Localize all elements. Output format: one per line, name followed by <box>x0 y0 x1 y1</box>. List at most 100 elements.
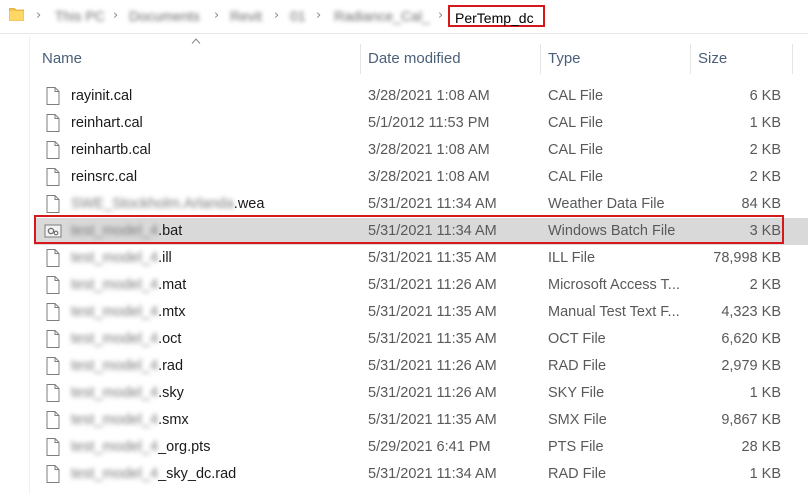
file-name-suffix: _org.pts <box>158 439 211 455</box>
chevron-right-icon[interactable]: › <box>214 8 219 23</box>
chevron-right-icon[interactable]: › <box>36 8 41 23</box>
file-date-modified: 3/28/2021 1:08 AM <box>368 169 490 185</box>
file-type: CAL File <box>548 142 604 158</box>
file-date-modified: 5/1/2012 11:53 PM <box>368 115 490 131</box>
breadcrumb-item-revit[interactable]: Revit <box>230 8 262 24</box>
file-size: 1 KB <box>749 385 781 401</box>
file-name-suffix: .mtx <box>158 304 186 320</box>
file-type: RAD File <box>548 466 607 482</box>
file-row[interactable]: test_model_4.smx 5/31/2021 11:35 AM SMX Fi… <box>34 407 808 434</box>
file-row[interactable]: test_model_4_org.pts 5/29/2021 6:41 PM PTS… <box>34 434 808 461</box>
file-name: test_model_4_sky_dc.rad <box>71 461 236 488</box>
file-row[interactable]: test_model_4.mat 5/31/2021 11:26 AM Micros… <box>34 272 808 299</box>
file-type: CAL File <box>548 88 604 104</box>
file-name-suffix: .ill <box>158 250 172 266</box>
file-size: 4,323 KB <box>721 304 781 320</box>
file-row[interactable]: test_model_4.sky 5/31/2021 11:26 AM SKY Fi… <box>34 380 808 407</box>
file-name-prefix: test_model_4 <box>71 331 159 347</box>
file-name-suffix: _sky_dc.rad <box>158 466 237 482</box>
file-row[interactable]: test_model_4.ill 5/31/2021 11:35 AM ILL Fi… <box>34 245 808 272</box>
document-icon <box>46 168 60 186</box>
file-row[interactable]: reinhart.cal 5/1/2012 11:53 PM CAL File 1 K… <box>34 110 808 137</box>
file-size: 2 KB <box>749 277 781 293</box>
file-name-suffix: .mat <box>158 277 187 293</box>
breadcrumb-current-folder[interactable]: PerTemp_dc <box>448 5 545 27</box>
column-divider[interactable] <box>690 44 691 74</box>
file-row[interactable]: rayinit.cal 3/28/2021 1:08 AM CAL File 6 KB <box>34 83 808 110</box>
file-name: rayinit.cal <box>71 83 132 110</box>
column-header-size[interactable]: Size <box>698 44 727 74</box>
file-name: SWE_Stockholm.Arlanda.wea <box>71 191 264 218</box>
file-name-suffix: rayinit.cal <box>71 88 133 104</box>
file-type: Manual Test Text F... <box>548 304 680 320</box>
file-name-suffix: reinsrc.cal <box>71 169 138 185</box>
breadcrumb-item-documents[interactable]: Documents <box>129 8 200 24</box>
address-bar[interactable]: › This PC › Documents › Revit › 01 › Rad… <box>0 0 808 34</box>
file-name-prefix: test_model_4 <box>71 250 159 266</box>
document-icon <box>46 87 60 105</box>
file-date-modified: 5/31/2021 11:26 AM <box>368 277 497 293</box>
file-type: SKY File <box>548 385 605 401</box>
file-type: CAL File <box>548 169 604 185</box>
chevron-right-icon[interactable]: › <box>438 8 443 23</box>
file-size: 2 KB <box>749 169 781 185</box>
file-row[interactable]: SWE_Stockholm.Arlanda.wea 5/31/2021 11:34… <box>34 191 808 218</box>
file-name: reinhartb.cal <box>71 137 151 164</box>
file-type: ILL File <box>548 250 596 266</box>
file-size: 2 KB <box>749 142 781 158</box>
file-date-modified: 5/31/2021 11:35 AM <box>368 412 497 428</box>
file-date-modified: 5/31/2021 11:35 AM <box>368 331 497 347</box>
file-name-suffix: .sky <box>158 385 184 401</box>
file-date-modified: 5/31/2021 11:26 AM <box>368 385 497 401</box>
document-icon <box>46 411 60 429</box>
file-name: test_model_4.mat <box>71 272 186 299</box>
file-row[interactable]: test_model_4_sky_dc.rad 5/31/2021 11:34 A… <box>34 461 808 488</box>
file-date-modified: 5/31/2021 11:34 AM <box>368 196 497 212</box>
file-name-prefix: SWE_Stockholm.Arlanda <box>71 196 234 212</box>
file-name: test_model_4.rad <box>71 353 183 380</box>
file-row[interactable]: test_model_4.oct 5/31/2021 11:35 AM OCT Fi… <box>34 326 808 353</box>
file-size: 28 KB <box>741 439 782 455</box>
chevron-right-icon[interactable]: › <box>274 8 279 23</box>
file-row[interactable]: test_model_4.mtx 5/31/2021 11:35 AM Manual… <box>34 299 808 326</box>
chevron-right-icon[interactable]: › <box>113 8 118 23</box>
column-divider[interactable] <box>540 44 541 74</box>
file-size: 6,620 KB <box>721 331 781 347</box>
file-name-suffix: .oct <box>158 331 182 347</box>
file-type: SMX File <box>548 412 607 428</box>
file-date-modified: 5/31/2021 11:35 AM <box>368 304 497 320</box>
file-date-modified: 5/31/2021 11:35 AM <box>368 250 497 266</box>
column-header-type[interactable]: Type <box>548 44 581 74</box>
file-name: test_model_4.smx <box>71 407 189 434</box>
file-date-modified: 5/31/2021 11:26 AM <box>368 358 497 374</box>
column-divider[interactable] <box>792 44 793 74</box>
file-row[interactable]: reinsrc.cal 3/28/2021 1:08 AM CAL File 2 KB <box>34 164 808 191</box>
navigation-pane-divider <box>29 36 30 494</box>
file-name-prefix: test_model_4 <box>71 277 159 293</box>
file-name-prefix: test_model_4 <box>71 466 159 482</box>
folder-icon <box>9 8 24 21</box>
file-type: Weather Data File <box>548 196 665 212</box>
file-type: Microsoft Access T... <box>548 277 680 293</box>
file-row[interactable]: reinhartb.cal 3/28/2021 1:08 AM CAL File 2 … <box>34 137 808 164</box>
file-name-prefix: test_model_4 <box>71 304 159 320</box>
column-divider[interactable] <box>360 44 361 74</box>
file-size: 84 KB <box>741 196 782 212</box>
file-size: 9,867 KB <box>721 412 781 428</box>
column-header-date-modified[interactable]: Date modified <box>368 44 461 74</box>
file-size: 2,979 KB <box>721 358 781 374</box>
column-header: Name Date modified Type Size <box>34 44 808 74</box>
breadcrumb-item-01[interactable]: 01 <box>290 8 306 24</box>
document-icon <box>46 141 60 159</box>
chevron-right-icon[interactable]: › <box>316 8 321 23</box>
file-name: test_model_4.sky <box>71 380 184 407</box>
breadcrumb-item-radiance[interactable]: Radiance_Cal_ <box>334 8 430 24</box>
column-header-name[interactable]: Name <box>42 44 82 74</box>
breadcrumb-item-this-pc[interactable]: This PC <box>55 8 105 24</box>
file-name: test_model_4.mtx <box>71 299 185 326</box>
file-type: PTS File <box>548 439 604 455</box>
file-row[interactable]: test_model_4.rad 5/31/2021 11:26 AM RAD Fi… <box>34 353 808 380</box>
file-type: CAL File <box>548 115 604 131</box>
file-name-prefix: test_model_4 <box>71 412 159 428</box>
file-name-prefix: test_model_4 <box>71 385 159 401</box>
